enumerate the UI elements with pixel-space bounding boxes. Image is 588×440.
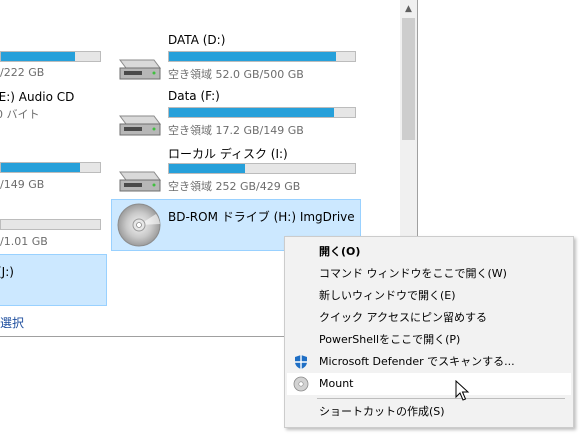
menu-separator <box>317 398 565 399</box>
drive-size-left-4: /1.01 GB <box>0 235 48 248</box>
menu-item-open[interactable]: 開く(O) <box>287 241 571 263</box>
scroll-thumb[interactable] <box>402 18 415 140</box>
menu-item-open-powershell[interactable]: PowerShellをここで開く(P) <box>287 329 571 351</box>
select-link[interactable]: 選択 <box>0 314 24 331</box>
menu-item-label: Microsoft Defender でスキャンする... <box>319 355 515 368</box>
menu-item-label: Mount <box>319 377 354 390</box>
optical-disc-icon <box>117 203 161 247</box>
mouse-cursor-icon <box>455 380 470 401</box>
hard-drive-icon <box>119 59 161 80</box>
context-menu: 開く(O) コマンド ウィンドウをここで開く(W) 新しいウィンドウで開く(E)… <box>284 236 574 428</box>
drive-sub-i: 空き領域 252 GB/429 GB <box>168 180 301 193</box>
menu-item-label: コマンド ウィンドウをここで開く(W) <box>319 267 507 280</box>
drive-size-left-3: /149 GB <box>0 178 45 191</box>
menu-item-label: クイック アクセスにピン留めする <box>319 311 487 324</box>
menu-item-label: 開く(O) <box>319 245 361 258</box>
drive-sub-audio-cd: 0 バイト <box>0 108 40 121</box>
menu-item-label: 新しいウィンドウで開く(E) <box>319 289 456 302</box>
menu-item-open-new-window[interactable]: 新しいウィンドウで開く(E) <box>287 285 571 307</box>
drive-title-h: BD-ROM ドライブ (H:) ImgDrive <box>168 210 355 224</box>
menu-item-create-shortcut[interactable]: ショートカットの作成(S) <box>287 401 571 423</box>
drive-bar-left-1 <box>0 51 101 62</box>
menu-item-mount[interactable]: Mount <box>287 373 571 395</box>
drive-title-d[interactable]: DATA (D:) <box>168 33 225 47</box>
drive-bar-f <box>168 107 356 118</box>
menu-item-label: PowerShellをここで開く(P) <box>319 333 461 346</box>
defender-shield-icon <box>295 355 307 369</box>
menu-item-pin-quick-access[interactable]: クイック アクセスにピン留めする <box>287 307 571 329</box>
drive-bar-left-3 <box>0 162 101 173</box>
selected-drive-tile[interactable]: (J:) <box>0 254 107 306</box>
drive-title-audio-cd[interactable]: (E:) Audio CD <box>0 90 74 104</box>
drive-bar-left-4 <box>0 219 101 230</box>
menu-item-label: ショートカットの作成(S) <box>319 405 445 418</box>
drive-title-i[interactable]: ローカル ディスク (I:) <box>168 145 288 162</box>
hard-drive-icon <box>119 115 161 136</box>
drive-size-left-1: /222 GB <box>0 66 45 79</box>
drive-bar-i <box>168 163 356 174</box>
drive-sub-f: 空き領域 17.2 GB/149 GB <box>168 124 304 137</box>
menu-item-open-command-window[interactable]: コマンド ウィンドウをここで開く(W) <box>287 263 571 285</box>
drive-bar-d <box>168 51 356 62</box>
scroll-up-icon[interactable]: ▲ <box>400 0 417 17</box>
disc-icon <box>293 376 309 392</box>
hard-drive-icon <box>119 171 161 192</box>
selected-drive-title: (J:) <box>0 265 14 279</box>
menu-item-defender-scan[interactable]: Microsoft Defender でスキャンする... <box>287 351 571 373</box>
drive-title-f[interactable]: Data (F:) <box>168 89 220 103</box>
drive-sub-d: 空き領域 52.0 GB/500 GB <box>168 68 304 81</box>
